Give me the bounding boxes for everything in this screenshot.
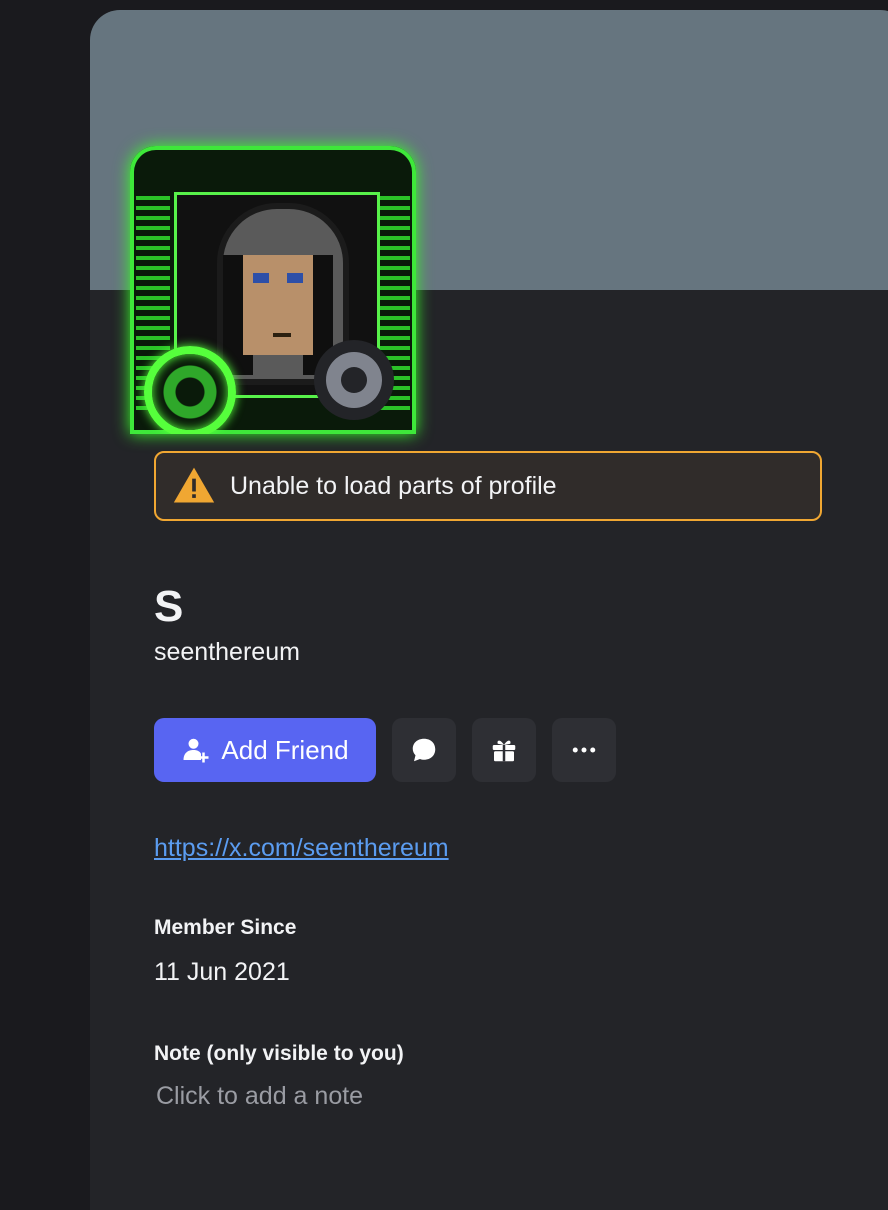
note-input[interactable] bbox=[154, 1082, 658, 1111]
gift-icon bbox=[492, 740, 516, 762]
add-friend-label: Add Friend bbox=[221, 734, 349, 765]
action-bar: Add Friend bbox=[154, 718, 616, 782]
profile-load-warning: Unable to load parts of profile bbox=[154, 451, 822, 521]
more-button[interactable] bbox=[552, 718, 616, 782]
status-indicator bbox=[314, 340, 394, 420]
note-heading: Note (only visible to you) bbox=[154, 1042, 404, 1065]
member-since-heading: Member Since bbox=[154, 916, 297, 939]
warning-icon bbox=[173, 467, 215, 503]
left-rail bbox=[0, 0, 90, 1188]
username: seenthereum bbox=[154, 638, 300, 666]
display-name: S bbox=[154, 582, 184, 631]
add-friend-button[interactable]: Add Friend bbox=[154, 718, 376, 782]
decoration-ring-icon bbox=[144, 346, 236, 434]
profile-card: Unable to load parts of profile S seenth… bbox=[90, 10, 888, 1210]
message-button[interactable] bbox=[392, 718, 456, 782]
message-icon bbox=[412, 738, 436, 762]
avatar[interactable] bbox=[130, 146, 420, 436]
more-icon bbox=[572, 747, 596, 753]
warning-text: Unable to load parts of profile bbox=[230, 471, 557, 500]
member-since-value: 11 Jun 2021 bbox=[154, 958, 290, 986]
social-link[interactable]: https://x.com/seenthereum bbox=[154, 834, 449, 863]
add-friend-icon bbox=[183, 738, 209, 763]
offline-status-icon bbox=[326, 352, 382, 408]
gift-button[interactable] bbox=[472, 718, 536, 782]
